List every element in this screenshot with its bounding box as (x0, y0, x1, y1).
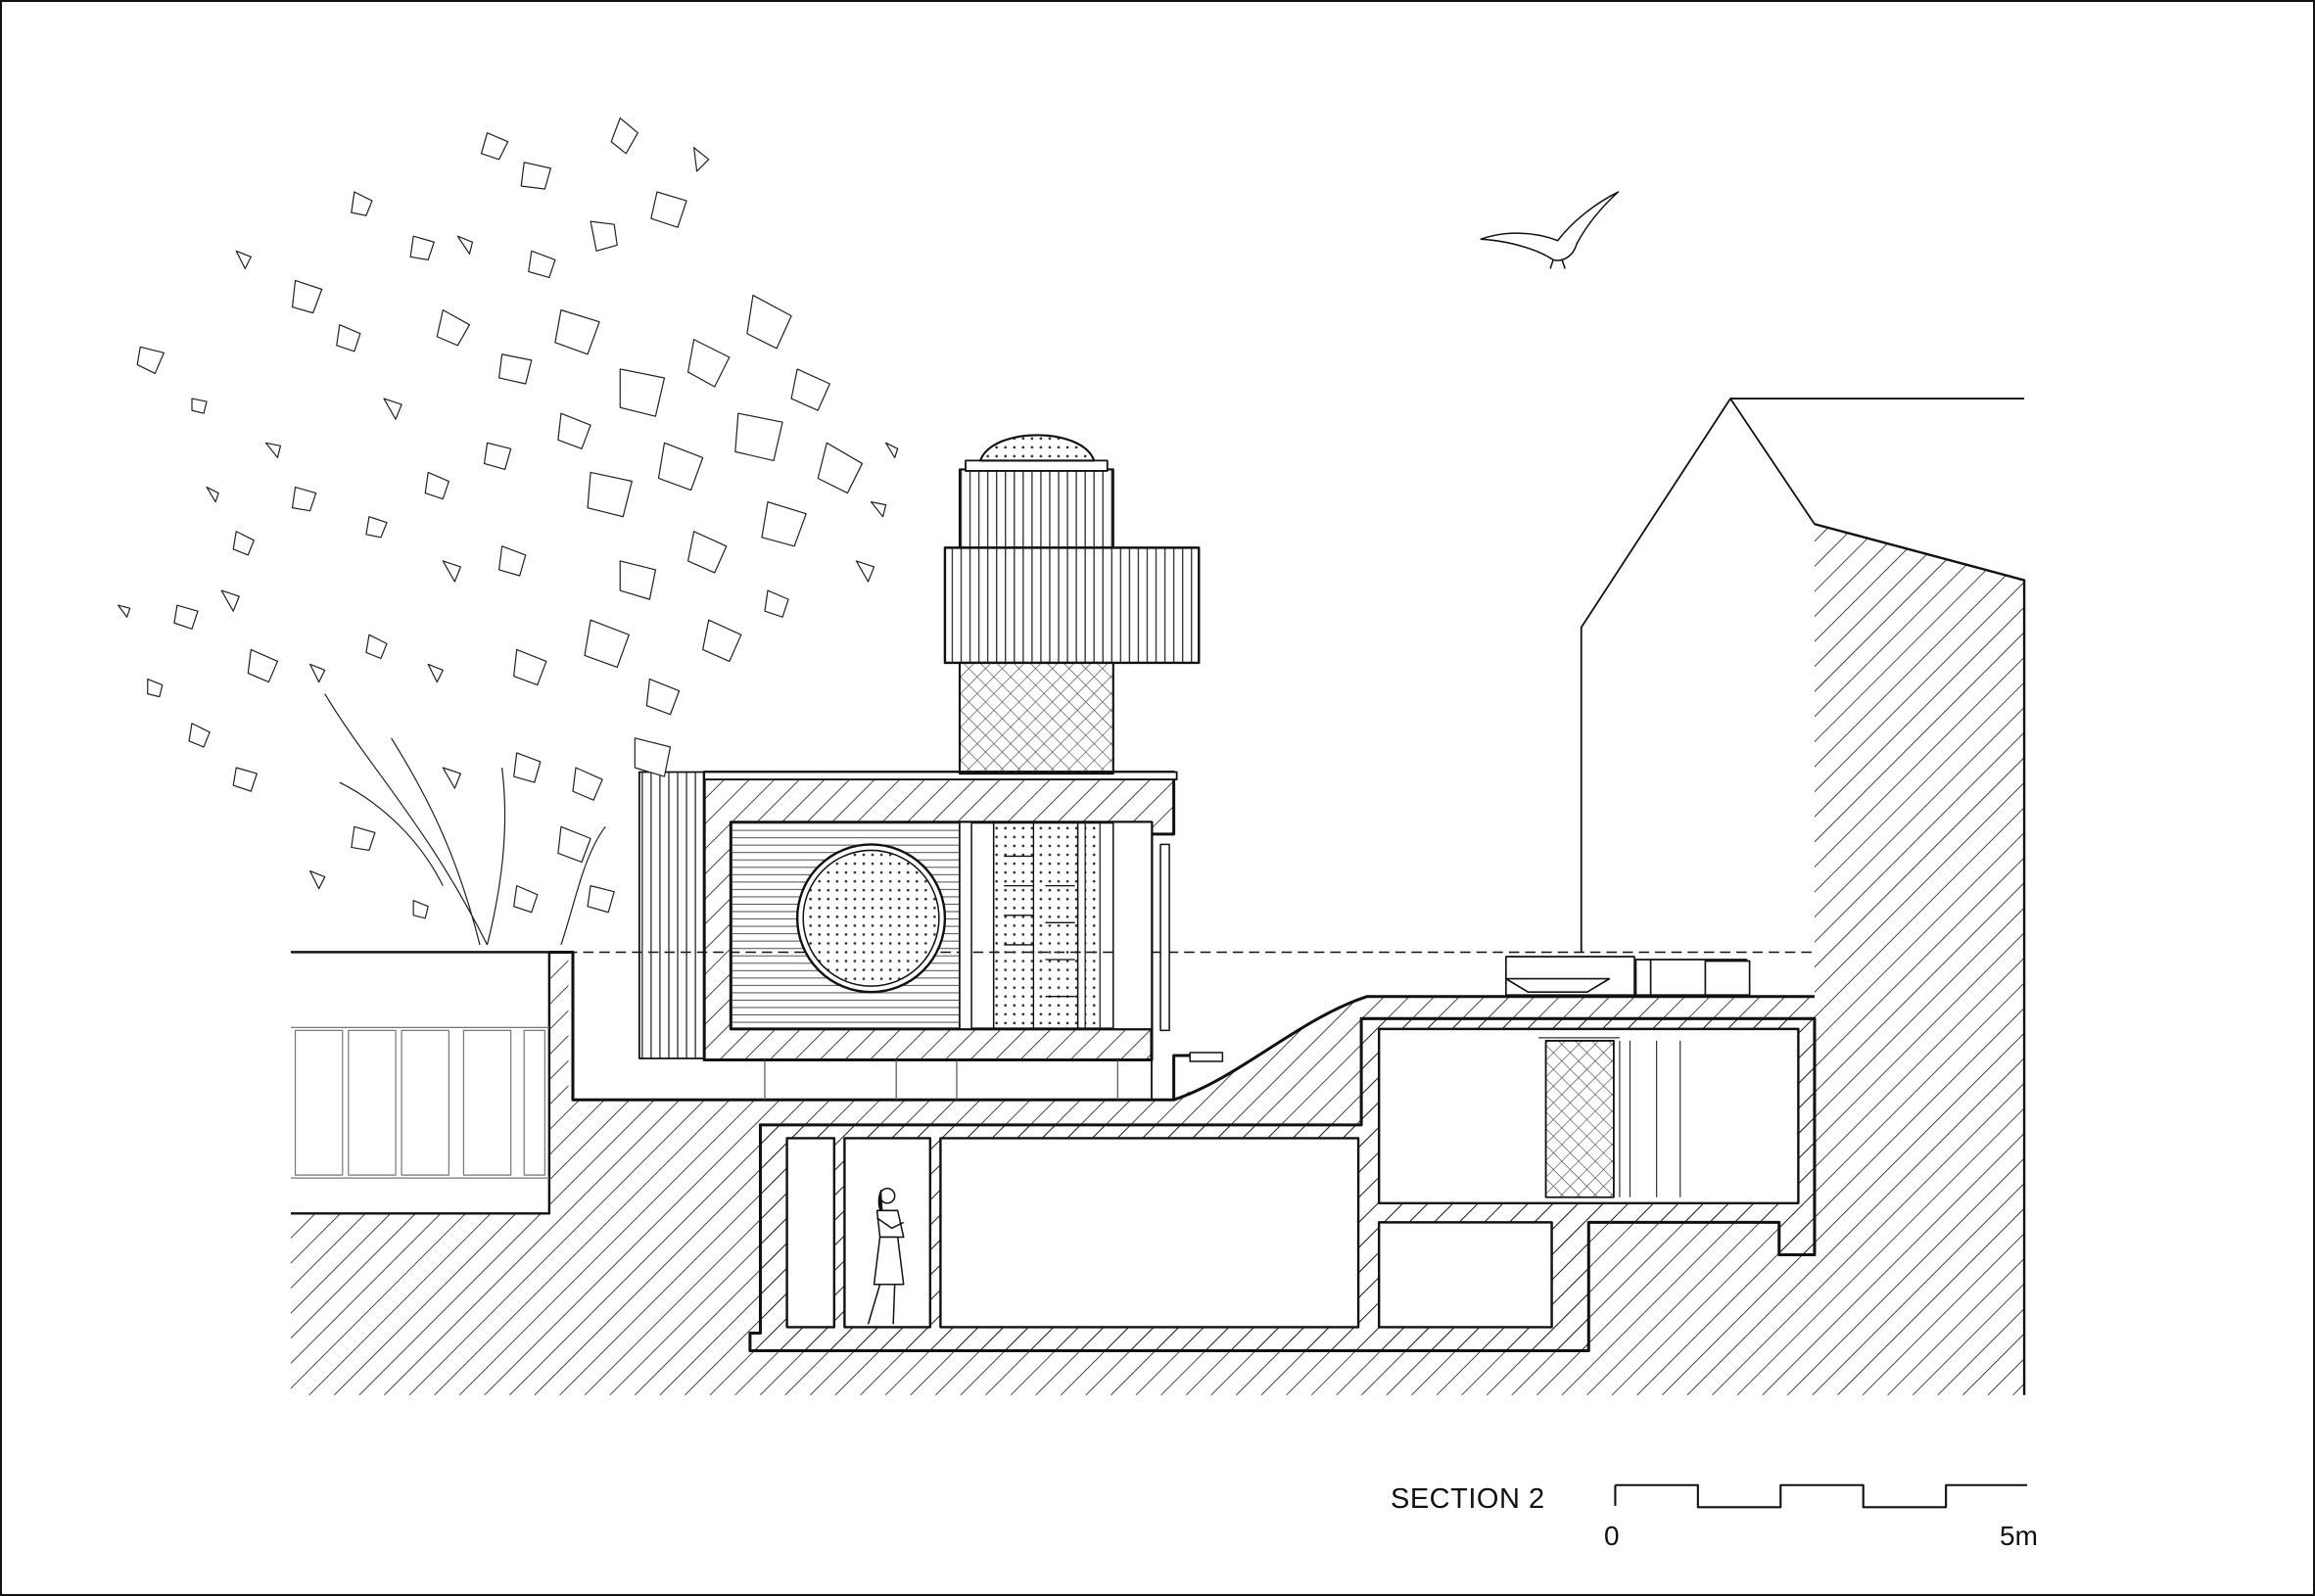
section-geometry (118, 117, 2028, 1509)
tower-dome (979, 434, 1096, 462)
tower-shaft (958, 661, 1114, 775)
scale-bar (1614, 1483, 2028, 1509)
basement-shaft (785, 1137, 836, 1329)
pavilion-base (704, 1058, 1153, 1101)
section-drawing (0, 0, 2315, 1596)
tower-upper-ring (958, 468, 1114, 549)
seagull (1480, 191, 1620, 269)
basement-right-lower-room (1377, 1221, 1553, 1329)
courtyard-furniture (1505, 956, 1751, 997)
tower-lower-ring (943, 546, 1201, 665)
street-openings (294, 1029, 545, 1176)
pavilion-cladding (638, 771, 706, 1059)
pavilion-shelving (992, 821, 1079, 1030)
scale-bar-start-label: 0 (1604, 1521, 1620, 1551)
section-title: SECTION 2 (1391, 1483, 1545, 1515)
scale-bar-end-label: 5m (2000, 1521, 2038, 1551)
basement-door-panel (1544, 1040, 1615, 1198)
section-drawing-sheet: SECTION 2 0 5m (0, 0, 2315, 1596)
basement-main-room (939, 1137, 1360, 1329)
